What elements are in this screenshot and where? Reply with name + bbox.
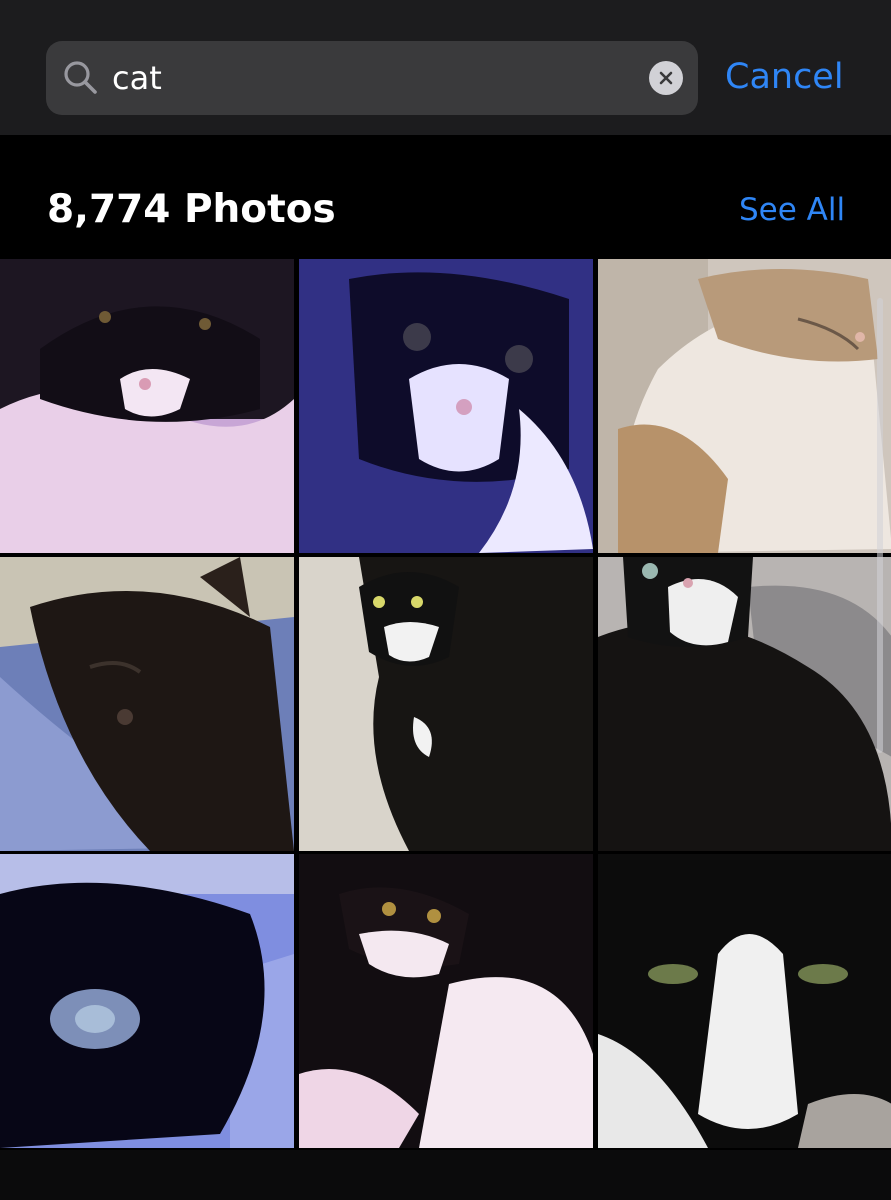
cancel-button[interactable]: Cancel — [725, 53, 844, 101]
search-icon — [62, 59, 100, 97]
see-all-button[interactable]: See All — [739, 188, 845, 232]
results-count-title: 8,774 Photos — [47, 187, 336, 232]
search-header: cat Cancel — [0, 0, 891, 135]
photo-thumbnail[interactable] — [598, 557, 891, 851]
search-field[interactable]: cat — [46, 41, 698, 115]
scroll-indicator[interactable] — [877, 298, 883, 753]
photo-thumbnail[interactable] — [299, 259, 593, 553]
photos-search-screen: cat Cancel 8,774 Photos See All — [0, 0, 891, 1200]
photo-thumbnail[interactable] — [598, 259, 891, 553]
bottom-bar — [0, 1150, 891, 1200]
photo-thumbnail[interactable] — [598, 854, 891, 1148]
photo-thumbnail[interactable] — [299, 854, 593, 1148]
photo-thumbnail[interactable] — [0, 259, 294, 553]
photo-thumbnail[interactable] — [299, 557, 593, 851]
photo-thumbnail[interactable] — [0, 854, 294, 1148]
photo-grid — [0, 259, 891, 1149]
close-icon — [659, 71, 673, 85]
clear-search-button[interactable] — [649, 61, 683, 95]
search-input[interactable]: cat — [112, 55, 162, 101]
photo-thumbnail[interactable] — [0, 557, 294, 851]
